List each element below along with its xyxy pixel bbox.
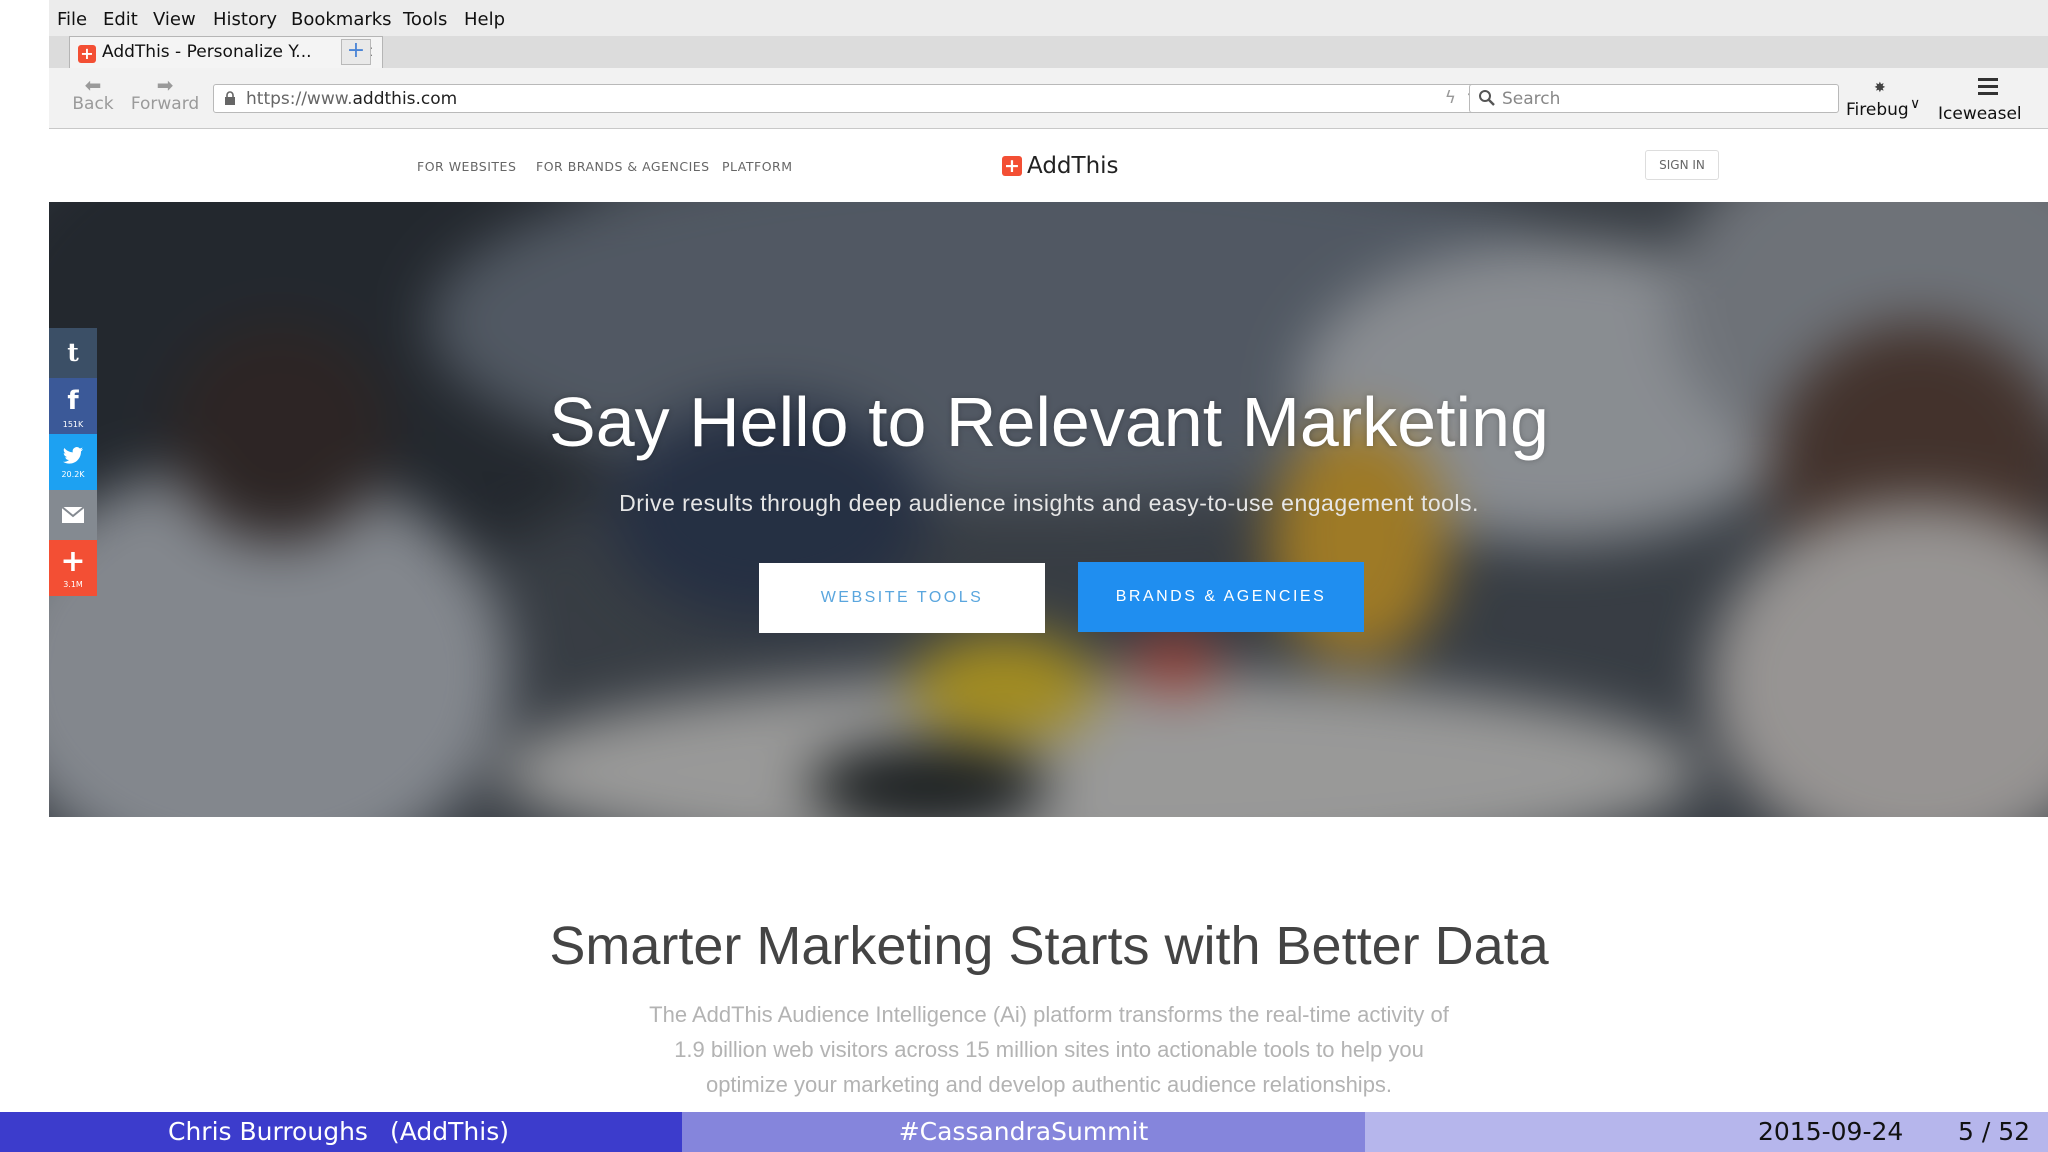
footer-event: #CassandraSummit	[898, 1117, 1149, 1146]
footer-page-number: 5 / 52	[1958, 1117, 2031, 1146]
menu-file[interactable]: File	[57, 9, 87, 30]
firebug-bug-icon: ✸	[1874, 80, 1886, 96]
section-body: The AddThis Audience Intelligence (Ai) p…	[639, 997, 1459, 1102]
share-sidebar: t f 151K 20.2K + 3.1M	[49, 328, 97, 598]
menu-view[interactable]: View	[153, 9, 196, 30]
hero-banner: Say Hello to Relevant Marketing Drive re…	[49, 202, 2048, 817]
email-icon	[61, 506, 85, 523]
brands-agencies-button[interactable]: BRANDS & AGENCIES	[1078, 562, 1364, 632]
lightning-icon[interactable]: ϟ	[1445, 88, 1456, 108]
search-placeholder: Search	[1502, 89, 1561, 109]
hero-content: Say Hello to Relevant Marketing Drive re…	[49, 202, 2048, 817]
menu-tools[interactable]: Tools	[403, 9, 447, 30]
tab-title: AddThis - Personalize Y...	[102, 42, 312, 62]
app-menu-button[interactable]: Iceweasel	[1938, 76, 2038, 126]
nav-for-brands-agencies[interactable]: FOR BRANDS & AGENCIES	[536, 159, 710, 174]
url-bar[interactable]: https://www.addthis.com ϟ ▼ ↻	[213, 84, 1509, 113]
menu-history[interactable]: History	[213, 9, 277, 30]
twitter-share-count: 20.2K	[61, 470, 85, 479]
slide-footer: Chris Burroughs (AddThis) #CassandraSumm…	[0, 1112, 2048, 1152]
app-menu-label: Iceweasel	[1938, 104, 2022, 124]
facebook-share-count: 151K	[62, 420, 84, 429]
hero-subtitle: Drive results through deep audience insi…	[619, 490, 1479, 516]
menu-bookmarks[interactable]: Bookmarks	[291, 9, 392, 30]
footer-event-segment: #CassandraSummit	[682, 1112, 1365, 1152]
facebook-icon: f	[67, 386, 79, 416]
facebook-share-button[interactable]: f 151K	[49, 378, 97, 434]
lower-section: Smarter Marketing Starts with Better Dat…	[49, 817, 2048, 1112]
footer-author: Chris Burroughs	[168, 1117, 368, 1146]
browser-tab[interactable]: + AddThis - Personalize Y... ×	[69, 36, 383, 68]
section-title: Smarter Marketing Starts with Better Dat…	[549, 916, 1549, 976]
addthis-plus-icon: +	[1002, 156, 1022, 176]
more-share-button[interactable]: + 3.1M	[49, 540, 97, 596]
section-body-line: 1.9 billion web visitors across 15 milli…	[674, 1037, 1424, 1062]
menu-help[interactable]: Help	[464, 9, 505, 30]
firebug-chevron-icon[interactable]: ∨	[1910, 96, 1920, 112]
footer-date-segment: 2015-09-24 5 / 52	[1365, 1112, 2048, 1152]
footer-author-segment: Chris Burroughs (AddThis)	[0, 1112, 682, 1152]
menu-edit[interactable]: Edit	[103, 9, 138, 30]
site-header: FOR WEBSITES FOR BRANDS & AGENCIES PLATF…	[49, 129, 2048, 201]
tumblr-share-button[interactable]: t	[49, 328, 97, 378]
forward-label: Forward	[130, 94, 200, 114]
footer-date: 2015-09-24	[1758, 1117, 1904, 1146]
hero-title: Say Hello to Relevant Marketing	[549, 383, 1549, 461]
footer-affiliation: (AddThis)	[390, 1117, 509, 1146]
new-tab-button[interactable]: +	[341, 39, 371, 65]
firebug-label: Firebug	[1846, 100, 1909, 120]
nav-for-websites[interactable]: FOR WEBSITES	[417, 159, 516, 174]
nav-platform[interactable]: PLATFORM	[722, 159, 793, 174]
website-tools-button[interactable]: WEBSITE TOOLS	[759, 563, 1045, 633]
twitter-share-button[interactable]: 20.2K	[49, 434, 97, 490]
email-share-button[interactable]	[49, 490, 97, 540]
search-icon	[1479, 90, 1495, 106]
menu-bar: File Edit View History Bookmarks Tools H…	[49, 0, 2048, 36]
more-share-count: 3.1M	[63, 580, 83, 589]
hamburger-menu-icon	[1978, 78, 1998, 99]
plus-icon: +	[60, 544, 86, 579]
back-label: Back	[72, 94, 114, 114]
section-body-line: optimize your marketing and develop auth…	[705, 1072, 1393, 1097]
section-body-line: The AddThis Audience Intelligence (Ai) p…	[649, 1002, 1449, 1027]
firebug-button[interactable]: ✸ Firebug ∨	[1846, 74, 1926, 124]
lock-icon	[225, 91, 235, 105]
back-arrow-icon: ⬅	[84, 73, 102, 97]
url-text[interactable]: https://www.addthis.com	[246, 89, 457, 109]
search-bar[interactable]: Search	[1469, 84, 1839, 113]
tab-strip: + AddThis - Personalize Y... × +	[49, 36, 2048, 69]
navigation-toolbar: ⬅ Back ➡ Forward https://www.addthis.com…	[49, 68, 2048, 129]
logo-text: AddThis	[1027, 153, 1119, 179]
addthis-favicon-icon: +	[78, 45, 96, 63]
back-button[interactable]: ⬅ Back	[63, 73, 123, 114]
forward-button[interactable]: ➡ Forward	[123, 73, 207, 114]
forward-arrow-icon: ➡	[156, 73, 174, 97]
twitter-icon	[62, 447, 84, 464]
tumblr-icon: t	[67, 338, 79, 367]
sign-in-button[interactable]: SIGN IN	[1645, 150, 1719, 180]
